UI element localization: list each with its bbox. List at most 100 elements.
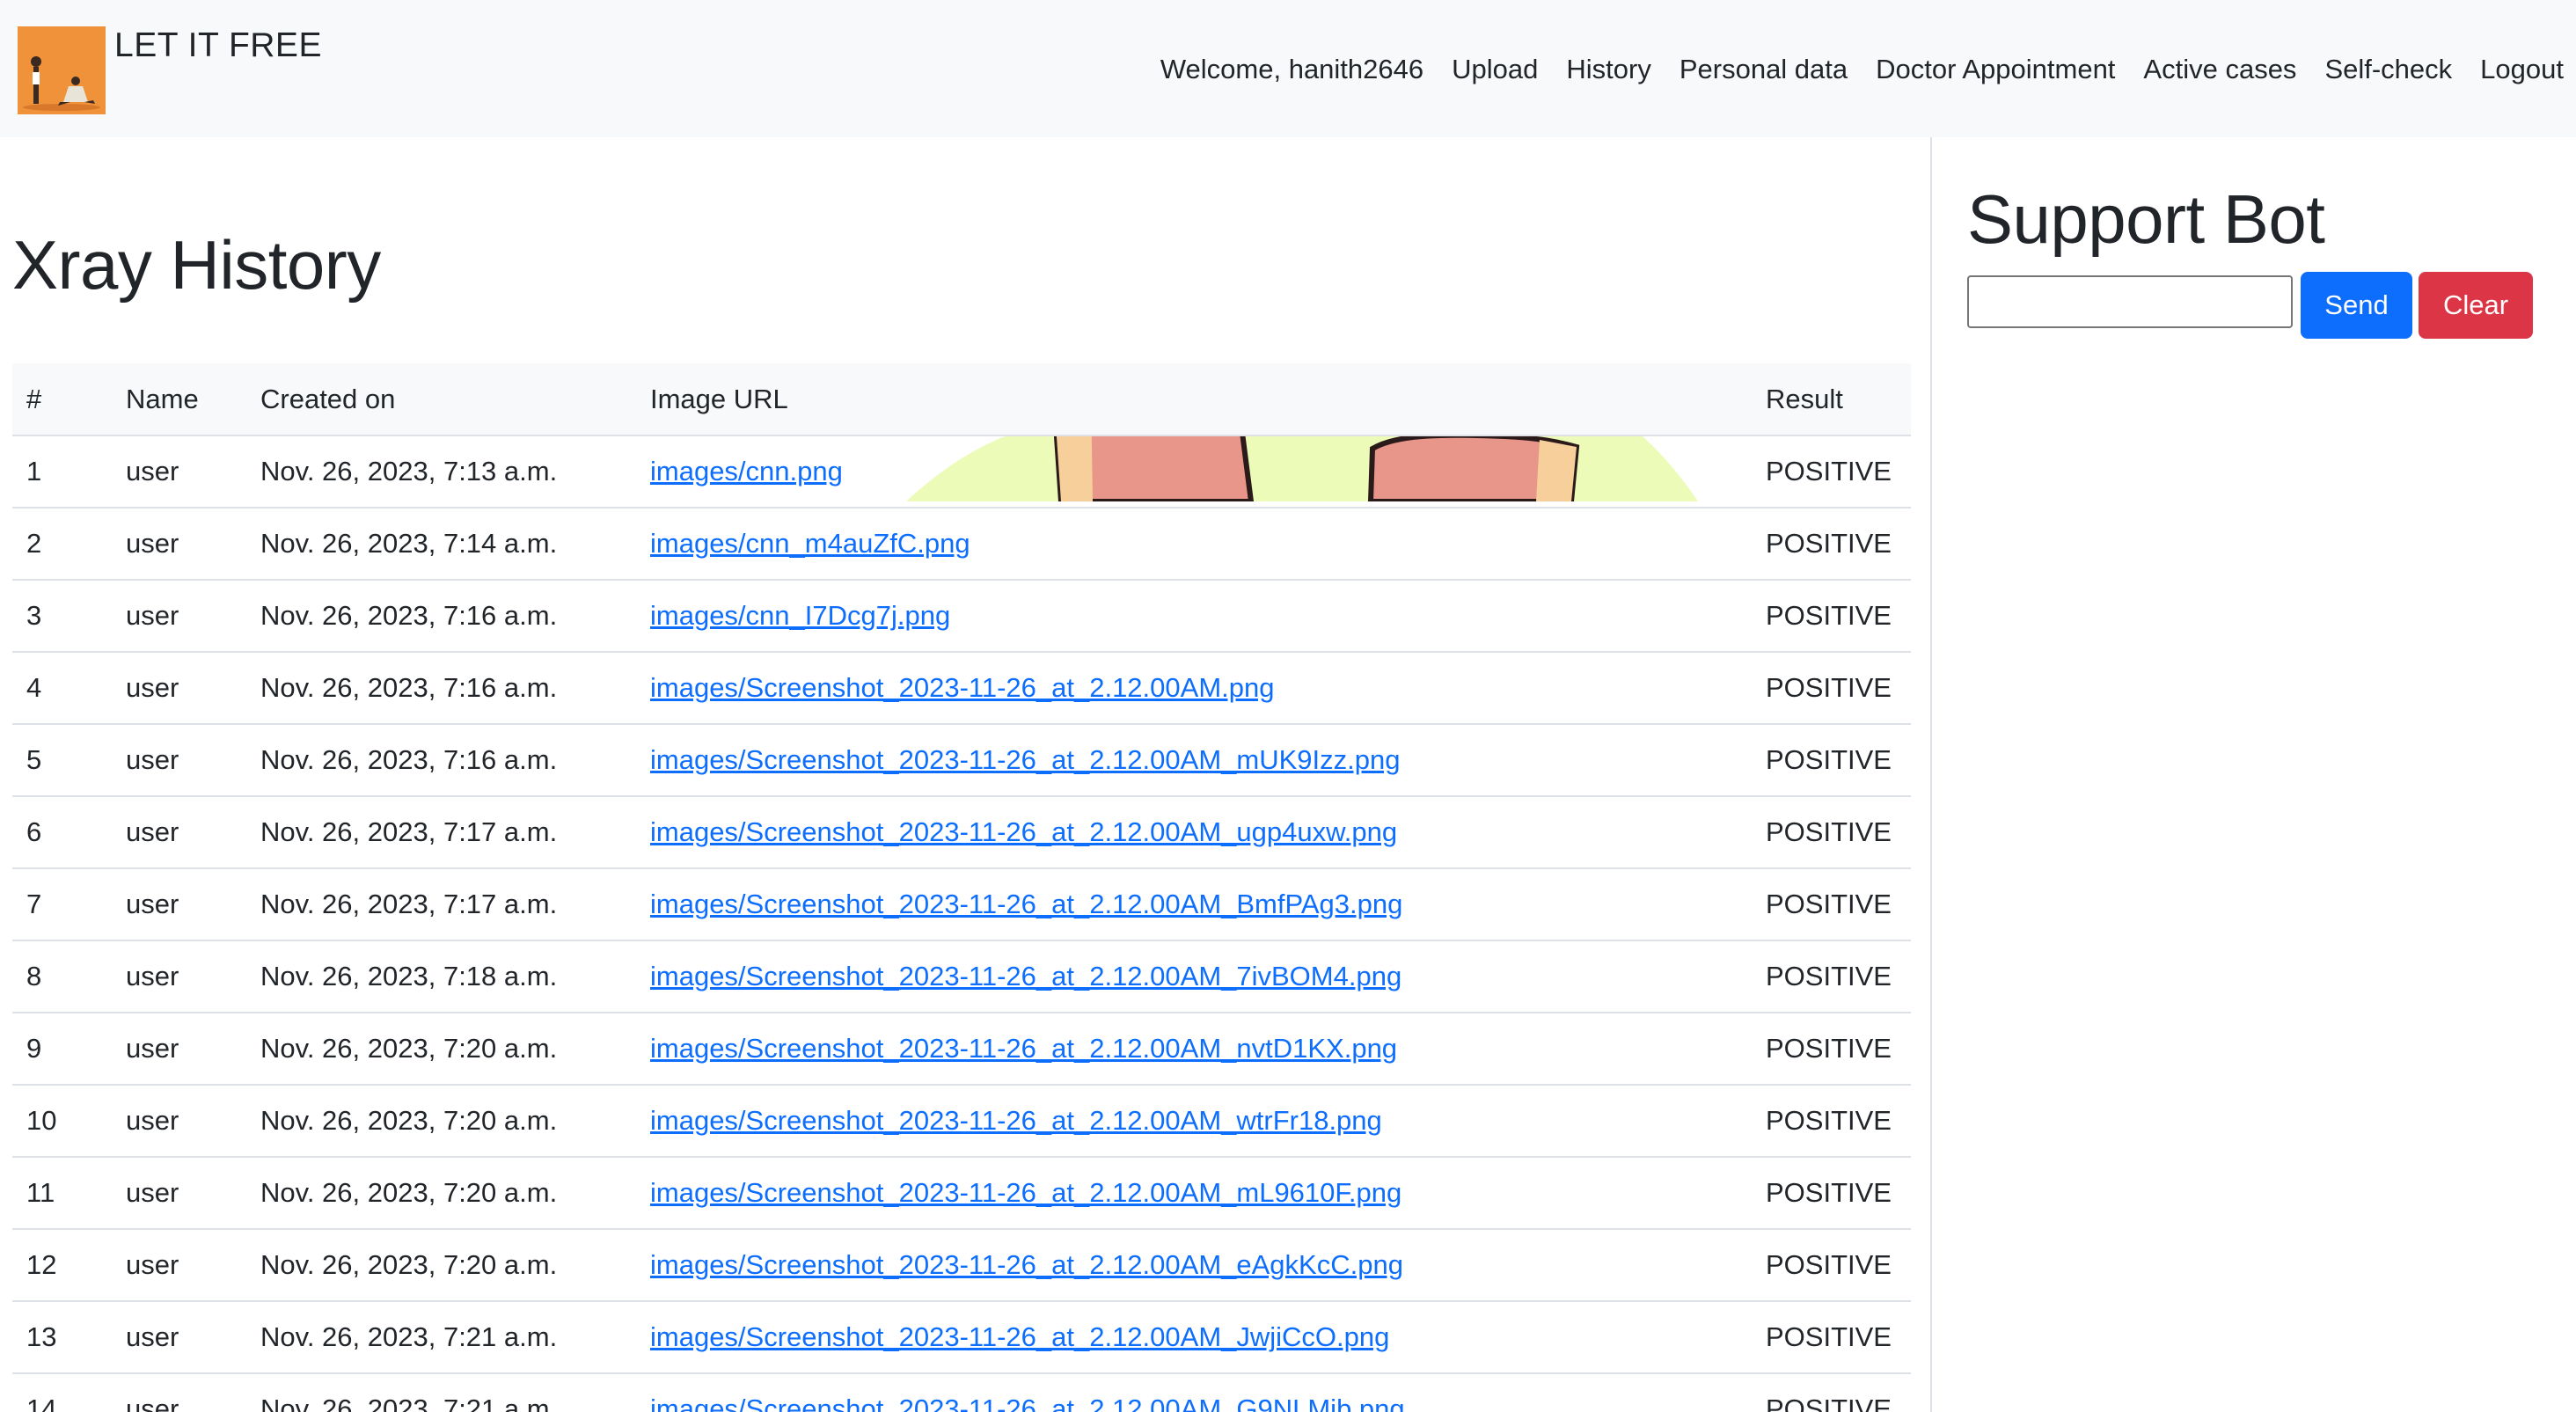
table-row: 7 user Nov. 26, 2023, 7:17 a.m. images/S… xyxy=(12,868,1911,941)
table-row: 6 user Nov. 26, 2023, 7:17 a.m. images/S… xyxy=(12,796,1911,869)
row-number: 14 xyxy=(12,1373,112,1412)
table-row: 10 user Nov. 26, 2023, 7:20 a.m. images/… xyxy=(12,1085,1911,1158)
header-result: Result xyxy=(1752,363,1911,436)
row-image-link[interactable]: images/Screenshot_2023-11-26_at_2.12.00A… xyxy=(650,816,1397,847)
navbar: LET IT FREE Welcome, hanith2646 Upload H… xyxy=(0,0,2576,137)
row-image-link[interactable]: images/Screenshot_2023-11-26_at_2.12.00A… xyxy=(650,672,1274,703)
row-result: POSITIVE xyxy=(1752,508,1911,581)
row-name: user xyxy=(112,796,246,869)
row-result: POSITIVE xyxy=(1752,1301,1911,1374)
support-bot-title: Support Bot xyxy=(1967,180,2325,258)
brand-logo[interactable] xyxy=(18,26,106,114)
nav-self-check[interactable]: Self-check xyxy=(2324,54,2452,85)
row-number: 5 xyxy=(12,724,112,797)
row-number: 7 xyxy=(12,868,112,941)
row-image-link[interactable]: images/Screenshot_2023-11-26_at_2.12.00A… xyxy=(650,889,1402,919)
row-created-on: Nov. 26, 2023, 7:20 a.m. xyxy=(246,1085,636,1158)
header-image-url: Image URL xyxy=(636,363,1752,436)
table-row: 9 user Nov. 26, 2023, 7:20 a.m. images/S… xyxy=(12,1013,1911,1086)
row-created-on: Nov. 26, 2023, 7:16 a.m. xyxy=(246,580,636,653)
header-created-on: Created on xyxy=(246,363,636,436)
nav-active-cases[interactable]: Active cases xyxy=(2143,54,2296,85)
page-title: Xray History xyxy=(12,226,381,304)
table-row: 11 user Nov. 26, 2023, 7:20 a.m. images/… xyxy=(12,1157,1911,1230)
row-name: user xyxy=(112,1229,246,1302)
xray-history-table: # Name Created on Image URL Result 1 use… xyxy=(12,363,1911,1412)
row-created-on: Nov. 26, 2023, 7:13 a.m. xyxy=(246,435,636,508)
row-image-link[interactable]: images/cnn_I7Dcg7j.png xyxy=(650,600,950,631)
brand-name[interactable]: LET IT FREE xyxy=(114,26,322,65)
nav-links: Welcome, hanith2646 Upload History Perso… xyxy=(1160,49,2564,90)
row-name: user xyxy=(112,940,246,1013)
row-image-link[interactable]: images/Screenshot_2023-11-26_at_2.12.00A… xyxy=(650,1033,1397,1064)
row-image-link[interactable]: images/cnn_m4auZfC.png xyxy=(650,528,970,559)
row-name: user xyxy=(112,435,246,508)
row-number: 2 xyxy=(12,508,112,581)
nav-history[interactable]: History xyxy=(1566,54,1650,85)
row-result: POSITIVE xyxy=(1752,435,1911,508)
support-bot-panel: Support Bot Send Clear xyxy=(1932,137,2576,1412)
row-image-link[interactable]: images/Screenshot_2023-11-26_at_2.12.00A… xyxy=(650,1177,1401,1208)
table-row: 5 user Nov. 26, 2023, 7:16 a.m. images/S… xyxy=(12,724,1911,797)
row-image-link[interactable]: images/Screenshot_2023-11-26_at_2.12.00A… xyxy=(650,1105,1382,1136)
row-number: 12 xyxy=(12,1229,112,1302)
row-created-on: Nov. 26, 2023, 7:20 a.m. xyxy=(246,1229,636,1302)
row-name: user xyxy=(112,1373,246,1412)
support-bot-input[interactable] xyxy=(1967,275,2293,328)
row-result: POSITIVE xyxy=(1752,1373,1911,1412)
row-image-link[interactable]: images/Screenshot_2023-11-26_at_2.12.00A… xyxy=(650,744,1400,775)
row-name: user xyxy=(112,1013,246,1086)
row-created-on: Nov. 26, 2023, 7:20 a.m. xyxy=(246,1157,636,1230)
row-name: user xyxy=(112,1301,246,1374)
row-name: user xyxy=(112,508,246,581)
row-number: 13 xyxy=(12,1301,112,1374)
table-header-row: # Name Created on Image URL Result xyxy=(12,363,1911,436)
nav-logout[interactable]: Logout xyxy=(2480,54,2564,85)
clear-button[interactable]: Clear xyxy=(2419,272,2533,339)
row-created-on: Nov. 26, 2023, 7:20 a.m. xyxy=(246,1013,636,1086)
welcome-text: Welcome, hanith2646 xyxy=(1160,54,1424,84)
row-result: POSITIVE xyxy=(1752,940,1911,1013)
row-result: POSITIVE xyxy=(1752,1085,1911,1158)
row-name: user xyxy=(112,724,246,797)
row-number: 9 xyxy=(12,1013,112,1086)
row-created-on: Nov. 26, 2023, 7:17 a.m. xyxy=(246,796,636,869)
row-created-on: Nov. 26, 2023, 7:21 a.m. xyxy=(246,1373,636,1412)
row-created-on: Nov. 26, 2023, 7:17 a.m. xyxy=(246,868,636,941)
main-content: Xray History # Name Created on Image URL… xyxy=(0,137,1930,1412)
logo-illustration-icon xyxy=(18,26,106,114)
row-name: user xyxy=(112,1157,246,1230)
nav-upload[interactable]: Upload xyxy=(1452,54,1538,85)
row-image-link[interactable]: images/cnn.png xyxy=(650,456,843,487)
row-number: 4 xyxy=(12,652,112,725)
row-number: 6 xyxy=(12,796,112,869)
nav-doctor-appointment[interactable]: Doctor Appointment xyxy=(1876,54,2115,85)
row-number: 8 xyxy=(12,940,112,1013)
row-number: 1 xyxy=(12,435,112,508)
row-number: 11 xyxy=(12,1157,112,1230)
row-image-link[interactable]: images/Screenshot_2023-11-26_at_2.12.00A… xyxy=(650,1249,1403,1280)
header-name: Name xyxy=(112,363,246,436)
table-row: 14 user Nov. 26, 2023, 7:21 a.m. images/… xyxy=(12,1373,1911,1412)
table-row: 8 user Nov. 26, 2023, 7:18 a.m. images/S… xyxy=(12,940,1911,1013)
row-created-on: Nov. 26, 2023, 7:14 a.m. xyxy=(246,508,636,581)
row-created-on: Nov. 26, 2023, 7:18 a.m. xyxy=(246,940,636,1013)
row-result: POSITIVE xyxy=(1752,580,1911,653)
row-image-link[interactable]: images/Screenshot_2023-11-26_at_2.12.00A… xyxy=(650,1394,1405,1412)
table-row: 13 user Nov. 26, 2023, 7:21 a.m. images/… xyxy=(12,1301,1911,1374)
row-name: user xyxy=(112,1085,246,1158)
xray-history-table-wrap: # Name Created on Image URL Result 1 use… xyxy=(12,363,1911,1412)
table-row: 2 user Nov. 26, 2023, 7:14 a.m. images/c… xyxy=(12,508,1911,581)
header-number: # xyxy=(12,363,112,436)
table-row: 3 user Nov. 26, 2023, 7:16 a.m. images/c… xyxy=(12,580,1911,653)
nav-personal-data[interactable]: Personal data xyxy=(1680,54,1848,85)
row-number: 3 xyxy=(12,580,112,653)
row-image-link[interactable]: images/Screenshot_2023-11-26_at_2.12.00A… xyxy=(650,1321,1389,1352)
row-name: user xyxy=(112,652,246,725)
send-button[interactable]: Send xyxy=(2301,272,2412,339)
table-row: 1 user Nov. 26, 2023, 7:13 a.m. images/c… xyxy=(12,435,1911,508)
row-image-link[interactable]: images/Screenshot_2023-11-26_at_2.12.00A… xyxy=(650,961,1401,991)
row-result: POSITIVE xyxy=(1752,868,1911,941)
row-number: 10 xyxy=(12,1085,112,1158)
row-result: POSITIVE xyxy=(1752,1013,1911,1086)
